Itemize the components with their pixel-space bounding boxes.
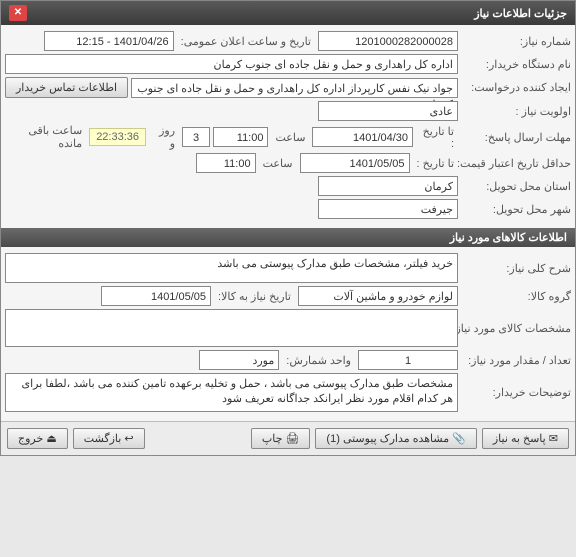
unit-field: مورد xyxy=(199,350,279,370)
main-window: جزئیات اطلاعات نیاز ✕ شماره نیاز: 120100… xyxy=(0,0,576,456)
buyer-label: نام دستگاه خریدار: xyxy=(461,58,571,71)
form-main: شماره نیاز: 1201000282000028 تاریخ و ساع… xyxy=(1,25,575,228)
buyer-field: اداره کل راهداری و حمل و نقل جاده ای جنو… xyxy=(5,54,458,74)
exit-button[interactable]: ⏏ خروج xyxy=(7,428,68,449)
deadline-time-field: 11:00 xyxy=(213,127,268,147)
need-number-field: 1201000282000028 xyxy=(318,31,458,51)
days-count-field: 3 xyxy=(182,127,210,147)
province-field: کرمان xyxy=(318,176,458,196)
spacer xyxy=(150,428,246,449)
exit-icon: ⏏ xyxy=(46,433,56,445)
form-goods: شرح کلی نیاز: خرید فیلتر، مشخصات طبق مدا… xyxy=(1,247,575,421)
reply-icon: ✉ xyxy=(549,433,558,445)
deadline-date-field: 1401/04/30 xyxy=(312,127,413,147)
buyer-contact-button[interactable]: اطلاعات تماس خریدار xyxy=(5,77,128,98)
price-validity-label: حداقل تاریخ اعتبار قیمت: xyxy=(461,157,571,170)
print-button-label: چاپ xyxy=(262,433,283,445)
remaining-label: ساعت باقی مانده xyxy=(5,124,86,150)
attachments-button[interactable]: 📎 مشاهده مدارک پیوستی (1) xyxy=(315,428,476,449)
deadline-label: مهلت ارسال پاسخ: xyxy=(461,131,571,144)
remaining-time-field: 22:33:36 xyxy=(89,128,146,146)
need-date-label: تاریخ نیاز به کالا: xyxy=(214,290,295,303)
print-icon: 🖨 xyxy=(285,433,299,445)
back-icon: ↩ xyxy=(124,433,133,445)
unit-label: واحد شمارش: xyxy=(282,354,355,367)
qty-label: تعداد / مقدار مورد نیاز: xyxy=(461,354,571,367)
city-label: شهر محل تحویل: xyxy=(461,203,571,216)
province-label: استان محل تحویل: xyxy=(461,180,571,193)
to-date-label-1: تا تاریخ : xyxy=(416,125,458,150)
need-number-label: شماره نیاز: xyxy=(461,35,571,48)
notes-label: توضیحات خریدار: xyxy=(461,386,571,399)
spec-label: مشخصات کالای مورد نیاز: xyxy=(461,322,571,335)
announce-label: تاریخ و ساعت اعلان عمومی: xyxy=(177,35,315,48)
attachments-button-label: مشاهده مدارک پیوستی (1) xyxy=(326,433,449,445)
print-button[interactable]: 🖨 چاپ xyxy=(251,428,311,449)
priority-label: اولویت نیاز : xyxy=(461,105,571,118)
city-field: جیرفت xyxy=(318,199,458,219)
qty-field: 1 xyxy=(358,350,458,370)
respond-button-label: پاسخ به نیاز xyxy=(493,433,546,445)
creator-label: ایجاد کننده درخواست: xyxy=(461,81,571,94)
price-validity-date-field: 1401/05/05 xyxy=(300,153,410,173)
button-bar: ✉ پاسخ به نیاز 📎 مشاهده مدارک پیوستی (1)… xyxy=(1,421,575,455)
titlebar: جزئیات اطلاعات نیاز ✕ xyxy=(1,1,575,25)
goods-section-header: اطلاعات کالاهای مورد نیاز xyxy=(1,228,575,247)
days-and-label: روز و xyxy=(149,124,179,150)
back-button-label: بازگشت xyxy=(84,433,122,445)
price-validity-time-field: 11:00 xyxy=(196,153,256,173)
desc-label: شرح کلی نیاز: xyxy=(461,262,571,275)
back-button[interactable]: ↩ بازگشت xyxy=(73,428,145,449)
time-label-2: ساعت xyxy=(259,157,297,170)
to-date-label-2: تا تاریخ : xyxy=(413,157,458,170)
notes-field: مشخصات طبق مدارک پیوستی می باشد ، حمل و … xyxy=(5,373,458,412)
exit-button-label: خروج xyxy=(18,433,43,445)
creator-field: جواد نیک نفس کارپرداز اداره کل راهداری و… xyxy=(131,78,458,98)
group-field: لوازم خودرو و ماشین آلات xyxy=(298,286,458,306)
priority-field: عادی xyxy=(318,101,458,121)
time-label-1: ساعت xyxy=(271,131,309,144)
group-label: گروه کالا: xyxy=(461,290,571,303)
spec-field xyxy=(5,309,458,347)
close-icon[interactable]: ✕ xyxy=(9,5,27,21)
need-date-field: 1401/05/05 xyxy=(101,286,211,306)
respond-button[interactable]: ✉ پاسخ به نیاز xyxy=(482,428,569,449)
attachment-icon: 📎 xyxy=(452,433,466,445)
window-title: جزئیات اطلاعات نیاز xyxy=(474,7,567,20)
desc-field: خرید فیلتر، مشخصات طبق مدارک پیوستی می ب… xyxy=(5,253,458,283)
announce-field: 1401/04/26 - 12:15 xyxy=(44,31,174,51)
